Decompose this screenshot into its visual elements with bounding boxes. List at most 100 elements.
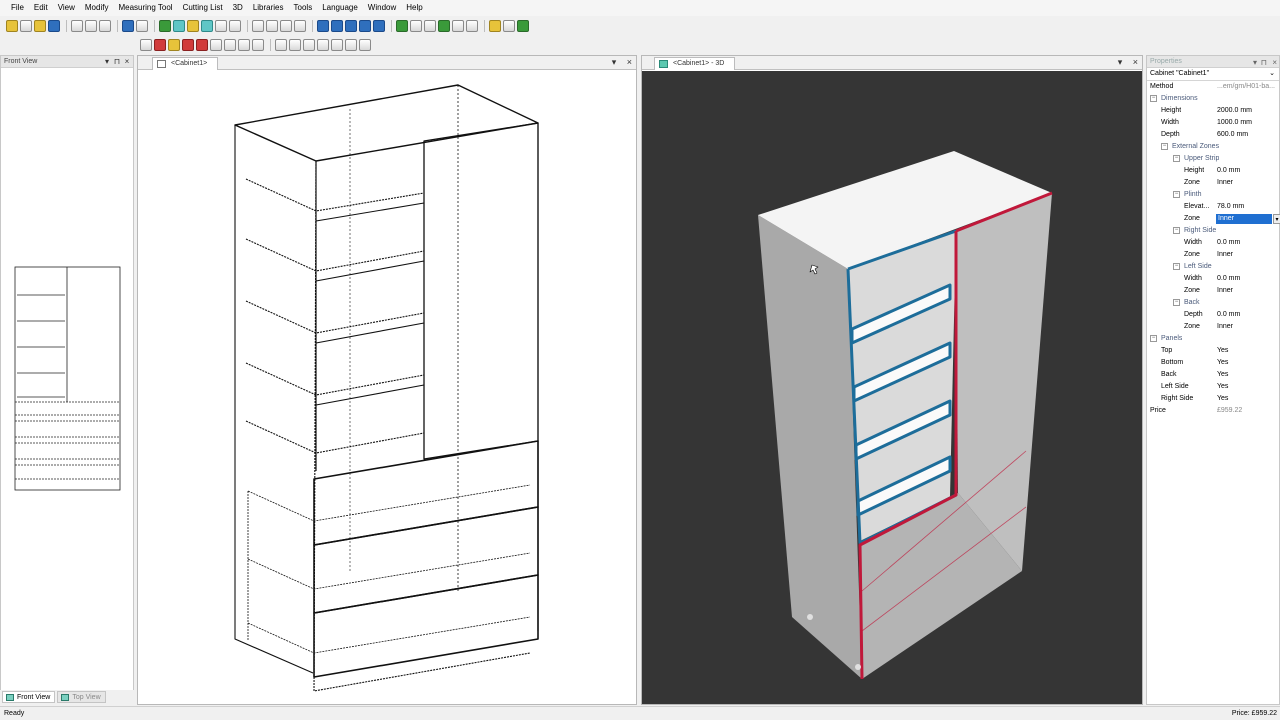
- distribute-icon[interactable]: [359, 39, 371, 51]
- wireframe-canvas[interactable]: [138, 71, 636, 704]
- align-right-icon[interactable]: [303, 39, 315, 51]
- chevron-down-icon[interactable]: ▾: [1273, 214, 1280, 224]
- group-panels[interactable]: − Panels: [1147, 333, 1279, 345]
- property-back-zone[interactable]: Zone Inner: [1147, 321, 1279, 333]
- print-icon[interactable]: [71, 20, 83, 32]
- property-plinth-elevation[interactable]: Elevat... 78.0 mm: [1147, 201, 1279, 213]
- grid-tool-icon[interactable]: [229, 20, 241, 32]
- zoom-out-icon[interactable]: [345, 20, 357, 32]
- 3d-viewport[interactable]: [642, 71, 1142, 704]
- collapse-icon[interactable]: −: [1150, 335, 1157, 342]
- property-right-side-zone[interactable]: Zone Inner: [1147, 249, 1279, 261]
- view-top-icon[interactable]: [410, 20, 422, 32]
- shape-tool-icon[interactable]: [201, 20, 213, 32]
- property-upper-strip-zone[interactable]: Zone Inner: [1147, 177, 1279, 189]
- tab-cabinet1[interactable]: <Cabinet1>: [152, 57, 219, 70]
- property-right-side-width[interactable]: Width 0.0 mm: [1147, 237, 1279, 249]
- collapse-icon[interactable]: −: [1161, 143, 1168, 150]
- property-height[interactable]: Height 2000.0 mm: [1147, 105, 1279, 117]
- menu-libraries[interactable]: Libraries: [248, 0, 289, 16]
- group-left-side[interactable]: − Left Side: [1147, 261, 1279, 273]
- panel-tool-icon[interactable]: [187, 20, 199, 32]
- view-side-icon[interactable]: [424, 20, 436, 32]
- frame-tool-icon[interactable]: [154, 39, 166, 51]
- group-back[interactable]: − Back: [1147, 297, 1279, 309]
- copy-tool-icon[interactable]: [215, 20, 227, 32]
- property-method[interactable]: Method ...em/gm/H01-ba...: [1147, 81, 1279, 93]
- page-setup-icon[interactable]: [99, 20, 111, 32]
- pan-icon[interactable]: [373, 20, 385, 32]
- group-plinth[interactable]: − Plinth: [1147, 189, 1279, 201]
- close-icon[interactable]: ×: [123, 57, 131, 66]
- property-depth[interactable]: Depth 600.0 mm: [1147, 129, 1279, 141]
- drawer-tool-icon[interactable]: [182, 39, 194, 51]
- view-iso-icon[interactable]: [452, 20, 464, 32]
- group-external-zones[interactable]: − External Zones: [1147, 141, 1279, 153]
- zoom-window-icon[interactable]: [359, 20, 371, 32]
- view-3d-icon[interactable]: [438, 20, 450, 32]
- light-bulb-icon[interactable]: [489, 20, 501, 32]
- menu-help[interactable]: Help: [401, 0, 427, 16]
- save-icon[interactable]: [48, 20, 60, 32]
- property-panel-right-side[interactable]: Right Side Yes: [1147, 393, 1279, 405]
- settings-icon[interactable]: [294, 20, 306, 32]
- property-panel-bottom[interactable]: Bottom Yes: [1147, 357, 1279, 369]
- collapse-icon[interactable]: −: [1173, 155, 1180, 162]
- align-top-icon[interactable]: [317, 39, 329, 51]
- menu-language[interactable]: Language: [317, 0, 363, 16]
- new-template-icon[interactable]: [20, 20, 32, 32]
- collapse-icon[interactable]: −: [1150, 95, 1157, 102]
- collapse-icon[interactable]: −: [1173, 227, 1180, 234]
- menu-tools[interactable]: Tools: [289, 0, 318, 16]
- property-plinth-zone[interactable]: Zone Inner ▾: [1147, 213, 1280, 225]
- tab-cabinet1-3d[interactable]: <Cabinet1> - 3D: [654, 57, 736, 70]
- tab-list-icon[interactable]: ▾: [612, 57, 617, 67]
- view-front-icon[interactable]: [396, 20, 408, 32]
- menu-file[interactable]: File: [6, 0, 29, 16]
- property-upper-strip-height[interactable]: Height 0.0 mm: [1147, 165, 1279, 177]
- redo-icon[interactable]: [136, 20, 148, 32]
- menu-edit[interactable]: Edit: [29, 0, 53, 16]
- align-center-icon[interactable]: [289, 39, 301, 51]
- property-width[interactable]: Width 1000.0 mm: [1147, 117, 1279, 129]
- print-preview-icon[interactable]: [85, 20, 97, 32]
- zoom-extents-icon[interactable]: [317, 20, 329, 32]
- property-left-side-width[interactable]: Width 0.0 mm: [1147, 273, 1279, 285]
- shelf-tool-icon[interactable]: [168, 39, 180, 51]
- open-folder-icon[interactable]: [34, 20, 46, 32]
- search-icon[interactable]: [280, 20, 292, 32]
- group-right-side[interactable]: − Right Side: [1147, 225, 1279, 237]
- object-selector[interactable]: Cabinet "Cabinet1" ⌄: [1147, 68, 1279, 81]
- undo-icon[interactable]: [122, 20, 134, 32]
- property-panel-back[interactable]: Back Yes: [1147, 369, 1279, 381]
- list-tool-icon[interactable]: [252, 39, 264, 51]
- collapse-icon[interactable]: −: [1173, 191, 1180, 198]
- render-icon[interactable]: [517, 20, 529, 32]
- tab-top-view[interactable]: Top View: [57, 691, 106, 703]
- cross-tool-icon[interactable]: [140, 39, 152, 51]
- collapse-icon[interactable]: −: [1173, 263, 1180, 270]
- align-bottom-icon[interactable]: [345, 39, 357, 51]
- rod-tool-icon[interactable]: [238, 39, 250, 51]
- new-file-icon[interactable]: [6, 20, 18, 32]
- align-left-icon[interactable]: [275, 39, 287, 51]
- tab-list-icon[interactable]: ▾: [1118, 57, 1123, 67]
- group-dimensions[interactable]: − Dimensions: [1147, 93, 1279, 105]
- layout-icon[interactable]: [503, 20, 515, 32]
- property-back-depth[interactable]: Depth 0.0 mm: [1147, 309, 1279, 321]
- partition-tool-icon[interactable]: [224, 39, 236, 51]
- pencil-icon[interactable]: [252, 20, 264, 32]
- align-middle-icon[interactable]: [331, 39, 343, 51]
- menu-cutting-list[interactable]: Cutting List: [178, 0, 228, 16]
- group-upper-strip[interactable]: − Upper Strip: [1147, 153, 1279, 165]
- pin-icon[interactable]: ⊓: [113, 57, 121, 66]
- divider-tool-icon[interactable]: [210, 39, 222, 51]
- tab-front-view[interactable]: Front View: [2, 691, 56, 703]
- menu-modify[interactable]: Modify: [80, 0, 114, 16]
- chevron-down-icon[interactable]: ⌄: [1269, 68, 1275, 80]
- view-box-icon[interactable]: [466, 20, 478, 32]
- property-left-side-zone[interactable]: Zone Inner: [1147, 285, 1279, 297]
- zone-dropdown[interactable]: Inner: [1216, 214, 1272, 224]
- property-panel-top[interactable]: Top Yes: [1147, 345, 1279, 357]
- menu-view[interactable]: View: [53, 0, 80, 16]
